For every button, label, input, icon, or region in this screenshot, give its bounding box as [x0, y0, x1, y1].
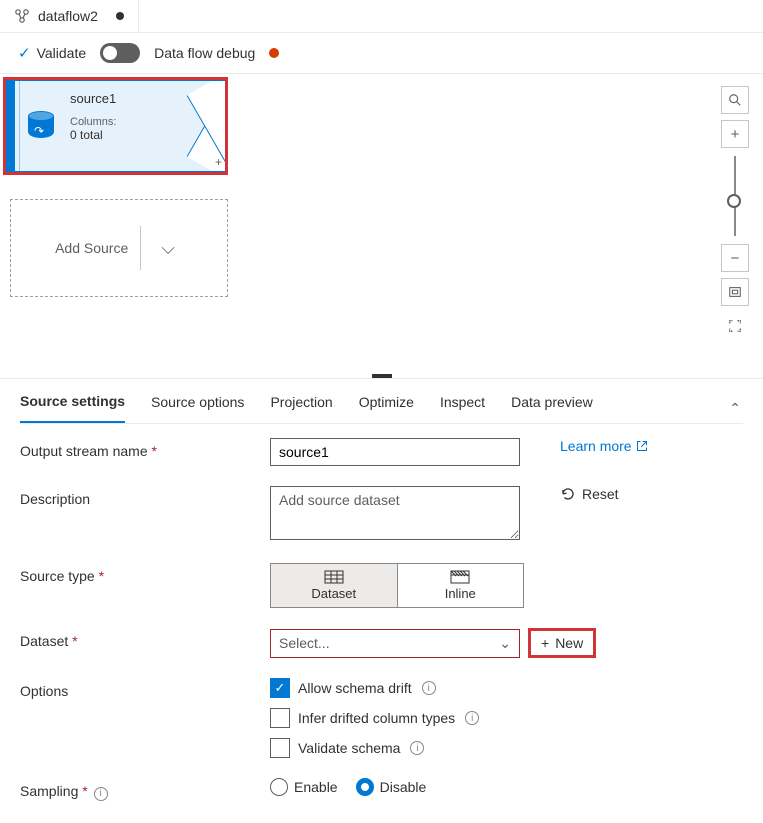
source-type-dataset[interactable]: Dataset: [271, 564, 397, 607]
source-node[interactable]: ↷ source1 Columns: 0 total +: [3, 77, 228, 175]
toggle-knob-icon: [103, 46, 117, 60]
radio-icon: [270, 778, 288, 796]
fullscreen-icon: [728, 319, 742, 333]
add-transformation-icon[interactable]: +: [215, 155, 222, 169]
database-icon: ↷: [28, 111, 54, 141]
infer-drifted-checkbox[interactable]: [270, 708, 290, 728]
validate-schema-checkbox[interactable]: [270, 738, 290, 758]
info-icon[interactable]: i: [422, 681, 436, 695]
source-type-label: Source type *: [20, 563, 270, 584]
new-dataset-button[interactable]: + New: [528, 628, 596, 658]
fit-screen-icon: [728, 285, 742, 299]
dataset-placeholder: Select...: [279, 635, 330, 651]
debug-status-icon: [269, 48, 279, 58]
debug-toggle[interactable]: [100, 43, 140, 63]
info-icon[interactable]: i: [465, 711, 479, 725]
tab-inspect[interactable]: Inspect: [440, 394, 485, 422]
infer-drifted-label: Infer drifted column types: [298, 710, 455, 726]
chevron-down-icon[interactable]: ⌵: [153, 238, 183, 259]
minus-icon: −: [731, 250, 740, 267]
tab-title: dataflow2: [38, 8, 98, 24]
zoom-slider-knob[interactable]: [727, 194, 741, 208]
radio-icon: [356, 778, 374, 796]
tab-source-options[interactable]: Source options: [151, 394, 244, 422]
fullscreen-button[interactable]: [721, 312, 749, 340]
chevron-down-icon: ⌄: [499, 635, 511, 652]
options-label: Options: [20, 678, 270, 699]
tab-dataflow[interactable]: dataflow2: [0, 0, 139, 32]
info-icon[interactable]: i: [410, 741, 424, 755]
validate-label: Validate: [37, 45, 87, 61]
search-icon: [728, 93, 742, 107]
external-link-icon: [636, 440, 648, 452]
checkmark-icon: ✓: [18, 44, 31, 62]
add-source-button[interactable]: Add Source ⌵: [10, 199, 228, 297]
plus-icon: +: [541, 635, 549, 651]
canvas[interactable]: ↷ source1 Columns: 0 total + Add Source …: [0, 74, 763, 374]
description-input[interactable]: [270, 486, 520, 540]
validate-schema-label: Validate schema: [298, 740, 400, 756]
sampling-disable-radio[interactable]: Disable: [356, 778, 427, 796]
reset-icon: [560, 486, 576, 502]
tab-source-settings[interactable]: Source settings: [20, 393, 125, 423]
table-icon: [324, 570, 344, 584]
zoom-slider[interactable]: [734, 156, 736, 236]
dataflow-icon: [14, 8, 30, 24]
reset-button[interactable]: Reset: [560, 486, 619, 502]
description-label: Description: [20, 486, 270, 507]
sampling-label: Sampling * i: [20, 778, 270, 801]
dataset-select[interactable]: Select... ⌄: [270, 629, 520, 658]
search-canvas-button[interactable]: [721, 86, 749, 114]
zoom-in-button[interactable]: +: [721, 120, 749, 148]
debug-label: Data flow debug: [154, 45, 255, 61]
tab-data-preview[interactable]: Data preview: [511, 394, 593, 422]
source-type-inline[interactable]: Inline: [397, 564, 524, 607]
info-icon[interactable]: i: [94, 787, 108, 801]
separator: [140, 226, 141, 270]
validate-button[interactable]: ✓ Validate: [18, 44, 86, 62]
tab-optimize[interactable]: Optimize: [359, 394, 414, 422]
sampling-enable-radio[interactable]: Enable: [270, 778, 338, 796]
zoom-out-button[interactable]: −: [721, 244, 749, 272]
unsaved-indicator-icon: [116, 12, 124, 20]
allow-schema-drift-checkbox[interactable]: ✓: [270, 678, 290, 698]
allow-drift-label: Allow schema drift: [298, 680, 412, 696]
output-stream-input[interactable]: [270, 438, 520, 466]
output-stream-label: Output stream name *: [20, 438, 270, 459]
learn-more-link[interactable]: Learn more: [560, 438, 648, 454]
node-handle[interactable]: [7, 81, 15, 171]
collapse-panel-icon[interactable]: ⌃: [729, 400, 743, 417]
plus-icon: +: [731, 126, 740, 143]
source-type-toggle: Dataset Inline: [270, 563, 524, 608]
add-source-label: Add Source: [55, 240, 128, 256]
tab-projection[interactable]: Projection: [270, 394, 332, 422]
dataset-label: Dataset *: [20, 628, 270, 649]
inline-icon: [450, 570, 470, 584]
fit-to-screen-button[interactable]: [721, 278, 749, 306]
